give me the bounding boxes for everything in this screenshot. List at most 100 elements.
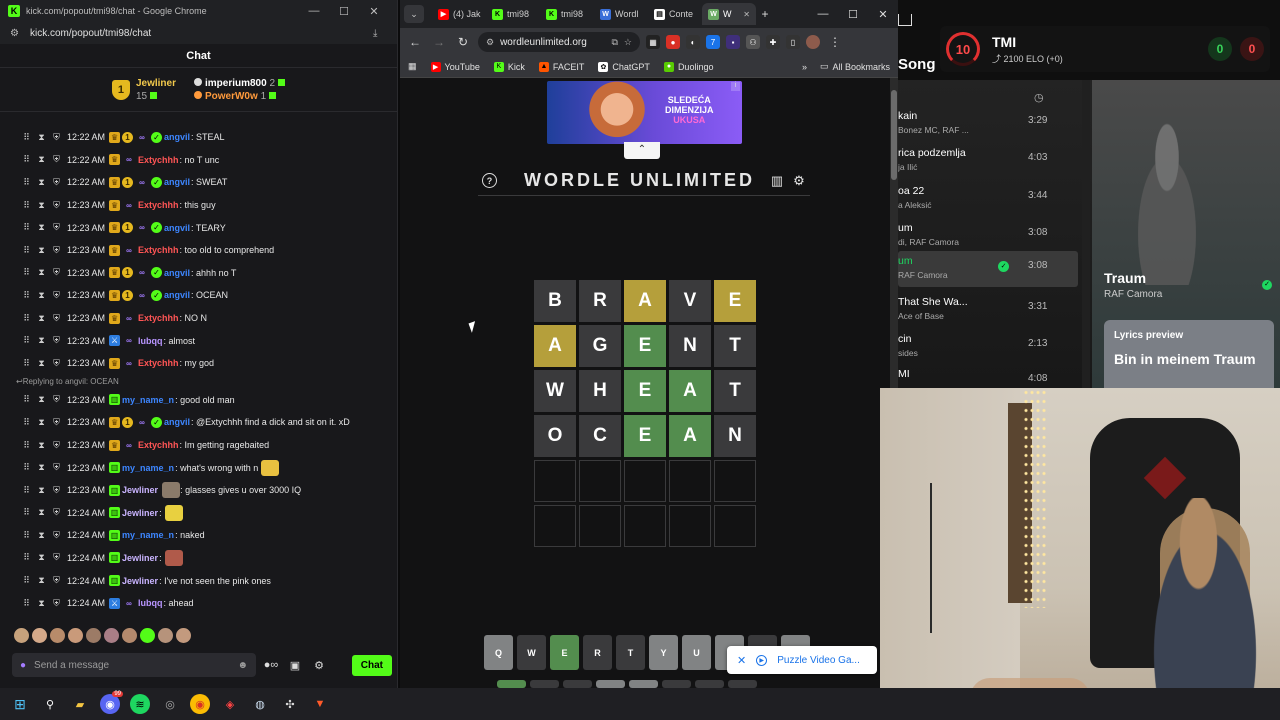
chat-message[interactable]: ⠿ ⧗ ⛨ 12:22 AM ♛ 1 ∞ ✓ angvil: SWEAT	[0, 171, 398, 194]
steam-icon[interactable]: ◍	[250, 694, 270, 714]
drag-handle-icon[interactable]: ⠿	[20, 575, 33, 586]
drag-handle-icon[interactable]: ⠿	[20, 200, 33, 211]
timeout-icon[interactable]: ⧗	[35, 575, 48, 586]
chat-message[interactable]: ⠿ ⧗ ⛨ 12:24 AM ⚔ ∞ lubqq: ahead	[0, 592, 398, 615]
forward-icon[interactable]: →	[430, 35, 448, 49]
chat-message[interactable]: ⠿ ⧗ ⛨ 12:24 AM ▥ Jewliner:	[0, 502, 398, 525]
bookmark-chatgpt[interactable]: ✿ ChatGPT	[598, 61, 650, 72]
chat-message[interactable]: ⠿ ⧗ ⛨ 12:24 AM ▥ my_name_n: naked	[0, 524, 398, 547]
saved-check-icon[interactable]: ✓	[998, 261, 1009, 272]
drag-handle-icon[interactable]: ⠿	[20, 245, 33, 256]
message-username[interactable]: Extychhh	[138, 200, 179, 210]
extension-icon[interactable]: ⚇	[746, 35, 760, 49]
profile-avatar[interactable]	[806, 35, 820, 49]
emote-image[interactable]	[164, 504, 183, 521]
drag-handle-icon[interactable]: ⠿	[20, 267, 33, 278]
chat-message[interactable]: ⠿ ⧗ ⛨ 12:22 AM ♛ 1 ∞ ✓ angvil: STEAL	[0, 126, 398, 149]
spotify-track-row[interactable]: MI 4:08	[898, 364, 1076, 388]
emote-icon[interactable]	[122, 628, 137, 643]
emote-icon[interactable]	[68, 628, 83, 643]
drag-handle-icon[interactable]: ⠿	[20, 313, 33, 324]
mod-shield-icon[interactable]: ⛨	[50, 245, 63, 256]
message-username[interactable]: angvil	[164, 223, 190, 233]
message-username[interactable]: my_name_n	[122, 395, 174, 405]
message-username[interactable]: Jewliner	[122, 508, 158, 518]
chat-message[interactable]: ⠿ ⧗ ⛨ 12:24 AM ▥ Jewliner:	[0, 547, 398, 570]
collapse-ad-button[interactable]: ⌃	[624, 142, 660, 159]
chat-message[interactable]: ⠿ ⧗ ⛨ 12:23 AM ♛ ∞ Extychhh: this guy	[0, 194, 398, 217]
mod-shield-icon[interactable]: ⛨	[50, 440, 63, 451]
site-settings-icon[interactable]: ⚙	[10, 28, 24, 39]
points-icon[interactable]: ●∞	[262, 659, 280, 671]
timeout-icon[interactable]: ⧗	[35, 313, 48, 324]
timeout-icon[interactable]: ⧗	[35, 200, 48, 211]
timeout-icon[interactable]: ⧗	[35, 177, 48, 188]
browser-tab[interactable]: Ktmi98	[486, 3, 540, 25]
windows-start-icon[interactable]: ⊞	[10, 694, 30, 714]
maximize-icon[interactable]: ☐	[838, 8, 868, 21]
message-username[interactable]: angvil	[164, 290, 190, 300]
reply-indicator[interactable]: ↩ Replying to angvil: OCEAN	[0, 375, 398, 389]
spotify-track-row[interactable]: That She Wa... Ace of Base 3:31	[898, 292, 1076, 328]
timeout-icon[interactable]: ⧗	[35, 440, 48, 451]
settings-gear-icon[interactable]: ⚙	[788, 173, 810, 189]
drag-handle-icon[interactable]: ⠿	[20, 485, 33, 496]
chat-url[interactable]: kick.com/popout/tmi98/chat	[30, 28, 373, 39]
mod-shield-icon[interactable]: ⛨	[50, 200, 63, 211]
spotify-track-row[interactable]: cin sides 2:13	[898, 329, 1076, 365]
maximize-icon[interactable]: ☐	[329, 5, 359, 18]
browser-tab[interactable]: ▤ Conte	[648, 3, 702, 25]
now-playing-artist[interactable]: RAF Camora	[1104, 289, 1162, 300]
timeout-icon[interactable]: ⧗	[35, 598, 48, 609]
drag-handle-icon[interactable]: ⠿	[20, 335, 33, 346]
leaderboard-second[interactable]: imperium800 2	[193, 77, 286, 89]
message-username[interactable]: lubqq	[138, 598, 163, 608]
chat-message[interactable]: ⠿ ⧗ ⛨ 12:23 AM ♛ 1 ∞ ✓ angvil: TEARY	[0, 216, 398, 239]
spotify-scrollbar[interactable]	[1082, 80, 1090, 388]
mod-shield-icon[interactable]: ⛨	[50, 507, 63, 518]
close-icon[interactable]: ✕	[868, 8, 898, 21]
browser-tab[interactable]: W Wordl	[594, 3, 648, 25]
timeout-icon[interactable]: ⧗	[35, 267, 48, 278]
drag-handle-icon[interactable]: ⠿	[20, 154, 33, 165]
message-username[interactable]: my_name_n	[122, 463, 174, 473]
emote-image[interactable]	[261, 459, 280, 476]
bookmark-youtube[interactable]: ▶ YouTube	[430, 61, 480, 72]
mod-shield-icon[interactable]: ⛨	[50, 335, 63, 346]
app-icon[interactable]: ◎	[160, 694, 180, 714]
message-username[interactable]: my_name_n	[122, 530, 174, 540]
mod-shield-icon[interactable]: ⛨	[50, 132, 63, 143]
browser-tab[interactable]: ▶ (4) Jak	[432, 3, 486, 25]
timeout-icon[interactable]: ⧗	[35, 290, 48, 301]
spotify-track-row[interactable]: oa 22 a Aleksić 3:44	[898, 181, 1076, 217]
stats-icon[interactable]: ▥	[766, 173, 788, 189]
bookmark-kick[interactable]: K Kick	[493, 61, 525, 72]
download-icon[interactable]: ⤓	[373, 28, 387, 39]
message-username[interactable]: Extychhh	[138, 245, 179, 255]
timeout-icon[interactable]: ⧗	[35, 335, 48, 346]
spotify-track-row[interactable]: um RAF Camora 3:08 ✓	[898, 251, 1078, 287]
emote-image[interactable]	[162, 482, 181, 499]
message-username[interactable]: Extychhh	[138, 313, 179, 323]
keyboard-key[interactable]	[695, 680, 724, 688]
keyboard-key[interactable]	[497, 680, 526, 688]
keyboard-key-q[interactable]: Q	[484, 635, 513, 670]
drag-handle-icon[interactable]: ⠿	[20, 530, 33, 541]
minimize-icon[interactable]: —	[299, 5, 329, 17]
message-username[interactable]: Jewliner	[122, 576, 158, 586]
timeout-icon[interactable]: ⧗	[35, 394, 48, 405]
mod-shield-icon[interactable]: ⛨	[50, 267, 63, 278]
emoji-icon[interactable]: ☻	[237, 660, 248, 671]
timeout-icon[interactable]: ⧗	[35, 507, 48, 518]
bookmark-star-icon[interactable]: ☆	[624, 37, 632, 48]
emote-icon[interactable]	[50, 628, 65, 643]
drag-handle-icon[interactable]: ⠿	[20, 598, 33, 609]
mod-shield-icon[interactable]: ⛨	[50, 417, 63, 428]
timeout-icon[interactable]: ⧗	[35, 154, 48, 165]
chat-message[interactable]: ⠿ ⧗ ⛨ 12:23 AM ▥ Jewliner: glasses gives u ov…	[0, 479, 398, 502]
reload-icon[interactable]: ↻	[454, 35, 472, 49]
bookmark-faceit[interactable]: ▲ FACEIT	[538, 61, 584, 72]
message-username[interactable]: Extychhh	[138, 155, 179, 165]
mod-shield-icon[interactable]: ⛨	[50, 222, 63, 233]
keyboard-key[interactable]	[596, 680, 625, 688]
